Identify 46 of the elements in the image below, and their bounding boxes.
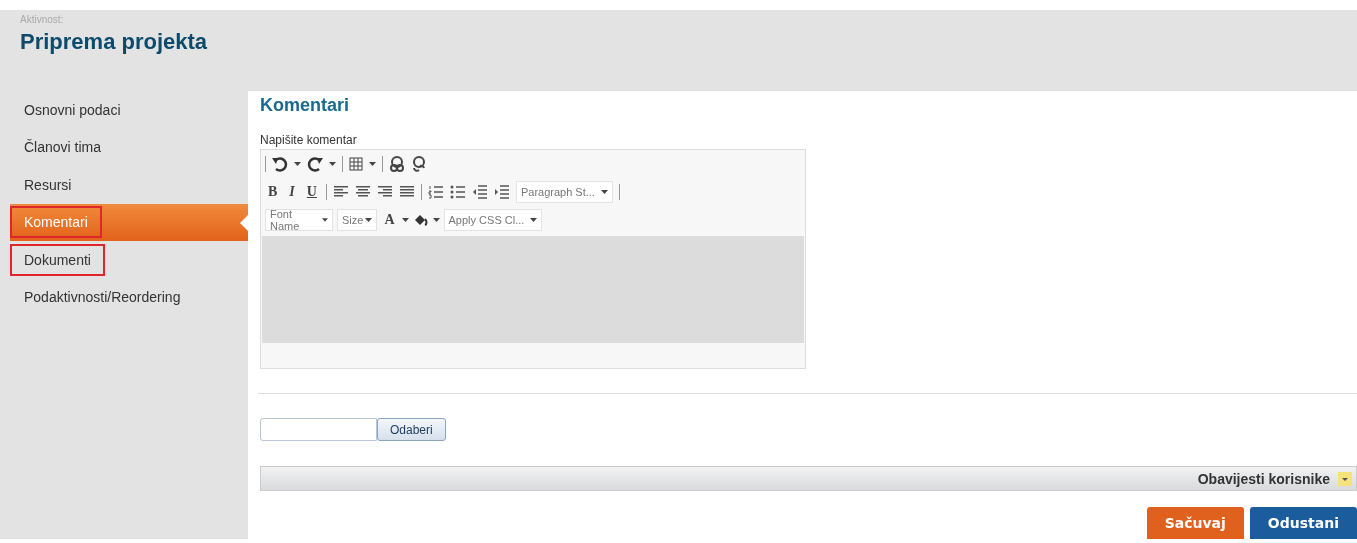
caret-icon[interactable] xyxy=(401,218,409,222)
redo-icon[interactable] xyxy=(307,156,323,172)
table-icon[interactable] xyxy=(349,157,363,171)
caret-icon[interactable] xyxy=(294,162,301,166)
outdent-icon[interactable] xyxy=(471,185,488,199)
indent-icon[interactable] xyxy=(493,185,510,199)
font-color-button[interactable]: A xyxy=(381,212,398,228)
dropdown-icon[interactable] xyxy=(1338,471,1352,486)
activity-caption: Aktivnost: xyxy=(20,14,65,25)
format-button[interactable]: B xyxy=(265,184,281,200)
bullet-list-icon[interactable] xyxy=(449,185,466,199)
format-button[interactable]: U xyxy=(303,184,320,200)
nav-item[interactable]: Resursi xyxy=(10,168,86,201)
align-right-icon[interactable] xyxy=(376,185,393,199)
align-left-icon[interactable] xyxy=(332,185,349,199)
undo-icon[interactable] xyxy=(272,156,288,172)
cancel-button[interactable]: Odustani xyxy=(1249,507,1357,539)
nav-item[interactable]: Dokumenti xyxy=(10,243,105,276)
numbered-list-icon[interactable] xyxy=(427,185,444,199)
unlink-icon[interactable] xyxy=(411,156,427,172)
caret-icon[interactable] xyxy=(432,218,440,222)
caret-icon[interactable] xyxy=(365,218,373,222)
font-size-dropdown[interactable]: Size xyxy=(337,209,378,231)
notices-bar[interactable]: Obavijesti korisnike xyxy=(260,466,1357,491)
caret-icon[interactable] xyxy=(322,218,328,222)
caret-icon[interactable] xyxy=(530,218,538,222)
paragraph-style-dropdown[interactable]: Paragraph St... xyxy=(515,181,613,203)
nav-item[interactable]: Osnovni podaci xyxy=(10,93,135,126)
nav-item[interactable]: Članovi tima xyxy=(10,131,116,164)
link-icon[interactable] xyxy=(389,156,405,172)
caret-icon[interactable] xyxy=(369,162,376,166)
browse-button[interactable]: Odaberi xyxy=(377,418,446,441)
align-center-icon[interactable] xyxy=(354,185,371,199)
caret-icon[interactable] xyxy=(329,162,336,166)
save-button[interactable]: Sačuvaj xyxy=(1146,507,1244,539)
css-class-dropdown[interactable]: Apply CSS Cl... xyxy=(443,209,543,231)
page-title: Priprema projekta xyxy=(20,29,209,55)
caret-icon[interactable] xyxy=(600,190,608,194)
justify-icon[interactable] xyxy=(398,185,415,199)
notices-title: Obavijesti korisnike xyxy=(1197,470,1330,487)
format-button[interactable]: I xyxy=(286,184,298,200)
nav-item[interactable]: Podaktivnosti/Reordering xyxy=(10,281,195,314)
section-heading: Komentari xyxy=(260,94,350,117)
font-name-dropdown[interactable]: Font Name xyxy=(265,209,333,231)
file-path-field[interactable] xyxy=(260,418,377,441)
field-label: Napišite komentar xyxy=(260,133,358,147)
